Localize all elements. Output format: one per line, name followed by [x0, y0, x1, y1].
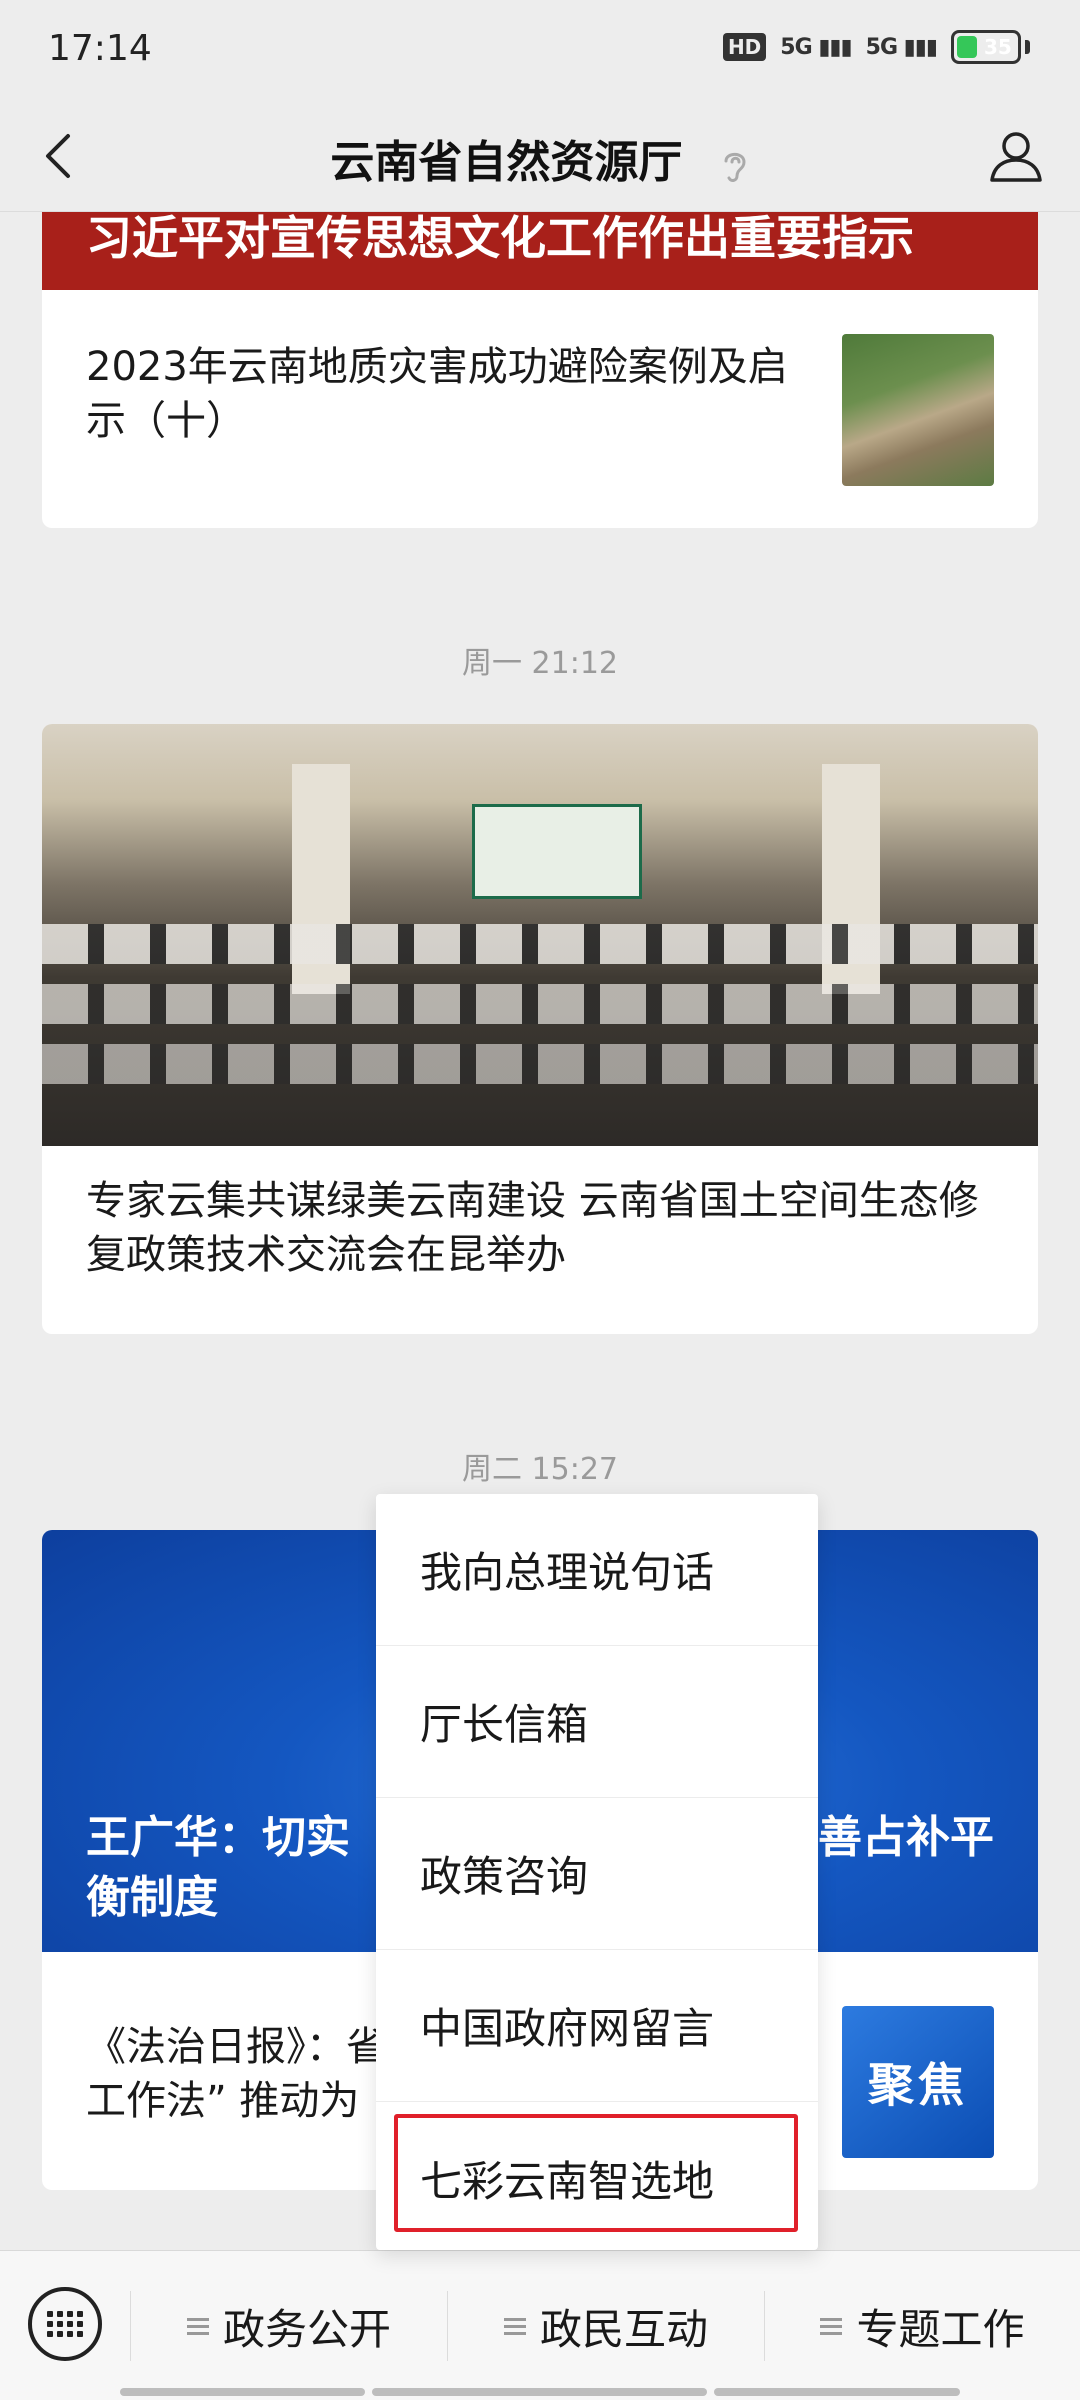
menu-gov-public-interaction[interactable]: 政民互动 [448, 2251, 764, 2400]
article-cover-image [42, 724, 1038, 1146]
popup-item-premier-message[interactable]: 我向总理说句话 [376, 1494, 818, 1646]
message-timestamp: 周二 15:27 [462, 1452, 618, 1487]
menu-special-topics[interactable]: 专题工作 [765, 2251, 1080, 2400]
submenu-popup: 我向总理说句话 厅长信箱 政策咨询 中国政府网留言 七彩云南智选地 [376, 1494, 818, 2250]
status-time: 17:14 [48, 28, 152, 69]
popup-item-gov-website-message[interactable]: 中国政府网留言 [376, 1950, 818, 2102]
popup-item-policy-consult[interactable]: 政策咨询 [376, 1798, 818, 1950]
chat-header: 云南省自然资源厅 [0, 100, 1080, 212]
page-title: 云南省自然资源厅 [0, 126, 1080, 190]
stage-screen [472, 804, 642, 899]
user-icon [990, 132, 1042, 182]
article-banner-headline[interactable]: 习近平对宣传思想文化工作作出重要指示 [42, 212, 1038, 290]
article-card[interactable]: 专家云集共谋绿美云南建设 云南省国土空间生态修复政策技术交流会在昆举办 [42, 724, 1038, 1334]
gesture-bar [120, 2388, 365, 2396]
gesture-bar [714, 2388, 960, 2396]
menu-lines-icon [503, 2314, 526, 2339]
hd-voice-icon: HD [722, 33, 767, 61]
menu-lines-icon [820, 2314, 843, 2339]
article-thumbnail [842, 334, 994, 486]
keyboard-icon [47, 2311, 83, 2337]
article-title: 专家云集共谋绿美云南建设 云南省国土空间生态修复政策技术交流会在昆举办 [86, 1178, 979, 1278]
battery-icon: 35 [951, 30, 1021, 64]
article-card[interactable]: 2023年云南地质灾害成功避险案例及启示（十） [42, 290, 1038, 528]
keyboard-toggle-button[interactable] [28, 2287, 102, 2361]
gesture-bar [372, 2388, 707, 2396]
status-bar: 17:14 HD 5G ▮▮▮ 5G ▮▮▮ 35 [0, 0, 1080, 100]
popup-item-yunnan-site-selection[interactable]: 七彩云南智选地 [376, 2102, 818, 2254]
article-headline-left: 王广华：切实 衡制度 [86, 1812, 350, 1923]
message-timestamp: 周一 21:12 [462, 646, 618, 681]
signal-5g-icon-2: 5G ▮▮▮ [865, 34, 938, 60]
menu-gov-affairs[interactable]: 政务公开 [131, 2251, 447, 2400]
bottom-menu-bar: 政务公开 政民互动 专题工作 [0, 2250, 1080, 2400]
popup-item-director-mailbox[interactable]: 厅长信箱 [376, 1646, 818, 1798]
article-summary: 《法治日报》：省 工作法” 推动为 [86, 2024, 386, 2124]
status-icons: HD 5G ▮▮▮ 5G ▮▮▮ 35 [722, 30, 1030, 64]
menu-lines-icon [186, 2314, 209, 2339]
ear-icon [724, 152, 746, 182]
account-button[interactable] [982, 122, 1050, 190]
signal-5g-icon: 5G ▮▮▮ [780, 34, 852, 60]
article-title: 2023年云南地质灾害成功避险案例及启示（十） [86, 344, 788, 444]
article-thumbnail: 聚焦 [842, 2006, 994, 2158]
article-headline-right: 善占补平 [818, 1812, 994, 1863]
